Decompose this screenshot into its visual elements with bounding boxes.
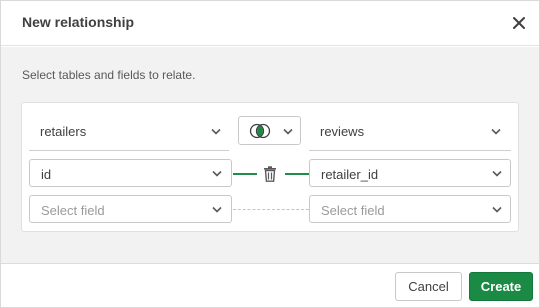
left-field-empty-select[interactable]: Select field — [29, 195, 232, 223]
chevron-down-icon — [492, 170, 502, 177]
empty-link-line — [233, 209, 309, 210]
right-field-select[interactable]: retailer_id — [309, 159, 511, 187]
join-type-button[interactable] — [238, 116, 301, 145]
right-field-empty-select[interactable]: Select field — [309, 195, 511, 223]
venn-inner-join-icon — [249, 123, 271, 139]
right-table-value: reviews — [320, 124, 365, 139]
left-table-value: retailers — [40, 124, 87, 139]
new-relationship-dialog: New relationship Select tables and field… — [0, 0, 540, 308]
relationship-card: retailers reviews id retailer_id Select … — [21, 102, 519, 232]
chevron-down-icon — [491, 128, 501, 135]
dialog-title: New relationship — [22, 14, 135, 30]
cancel-button[interactable]: Cancel — [395, 272, 462, 301]
left-field-select[interactable]: id — [29, 159, 232, 187]
left-field-value: id — [41, 167, 52, 182]
create-button[interactable]: Create — [469, 272, 533, 301]
chevron-down-icon — [212, 170, 222, 177]
left-table-select[interactable]: retailers — [29, 111, 229, 151]
trash-icon[interactable] — [263, 166, 277, 182]
chevron-down-icon — [283, 128, 293, 135]
chevron-down-icon — [492, 206, 502, 213]
right-field-placeholder: Select field — [321, 203, 385, 218]
right-table-select[interactable]: reviews — [309, 111, 511, 151]
instructions-text: Select tables and fields to relate. — [22, 68, 196, 82]
dialog-header: New relationship — [1, 1, 539, 46]
chevron-down-icon — [212, 206, 222, 213]
dialog-body: Select tables and fields to relate. reta… — [1, 47, 539, 264]
right-field-value: retailer_id — [321, 167, 379, 182]
left-field-placeholder: Select field — [41, 203, 105, 218]
close-icon[interactable] — [509, 13, 529, 33]
link-line — [233, 173, 257, 175]
chevron-down-icon — [211, 128, 221, 135]
link-line — [285, 173, 309, 175]
